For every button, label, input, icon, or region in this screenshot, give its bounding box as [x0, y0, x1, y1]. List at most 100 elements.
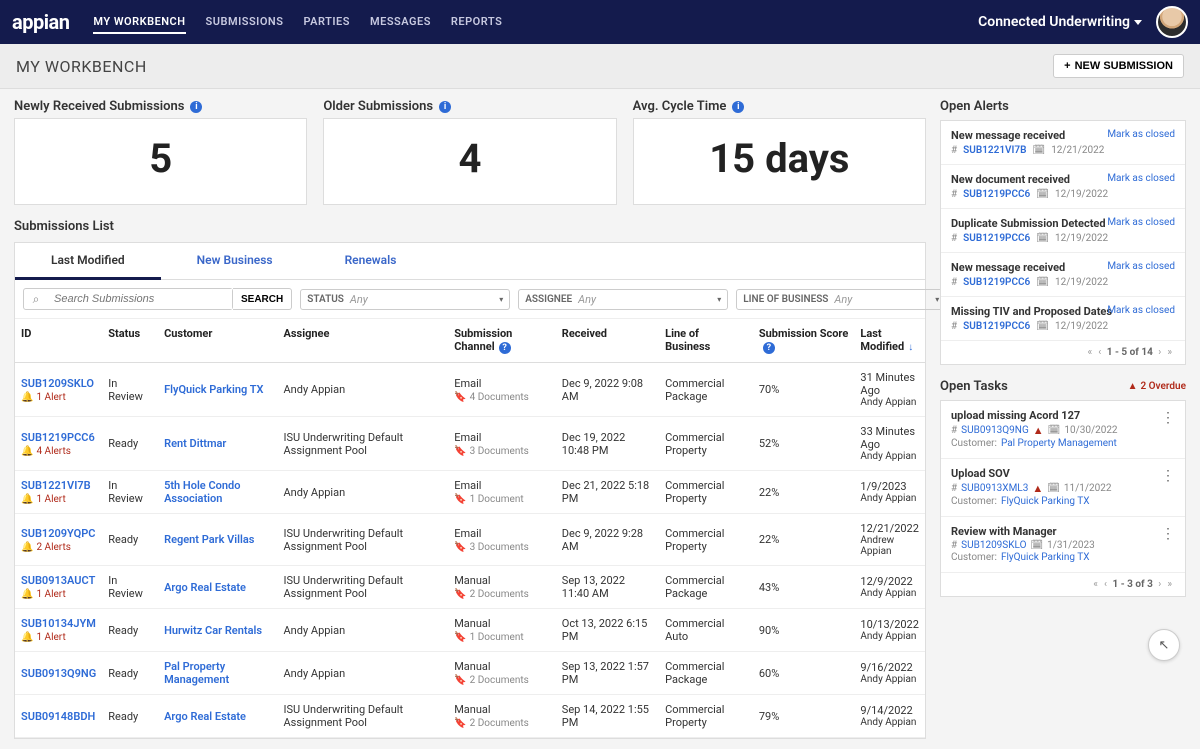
submission-id-link[interactable]: SUB10134JYM	[21, 617, 96, 630]
customer-link[interactable]: Regent Park Villas	[164, 533, 254, 546]
table-row[interactable]: SUB09148BDH Ready Argo Real Estate ISU U…	[15, 695, 925, 738]
mark-closed-link[interactable]: Mark as closed	[1107, 129, 1175, 140]
info-icon[interactable]: ?	[763, 342, 775, 354]
alert-submission-link[interactable]: SUB1219PCC6	[963, 233, 1030, 244]
lob-cell: Commercial Auto	[659, 609, 753, 652]
column-header[interactable]: Submission Channel?	[448, 319, 556, 363]
column-header[interactable]: Received	[556, 319, 659, 363]
search-button[interactable]: SEARCH	[233, 288, 292, 310]
app-name-dropdown[interactable]: Connected Underwriting	[978, 14, 1142, 30]
alert-submission-link[interactable]: SUB1219PCC6	[963, 277, 1030, 288]
calendar-icon: 🗓	[1032, 145, 1045, 156]
assignee-cell: ISU Underwriting Default Assignment Pool	[278, 566, 449, 609]
task-submission-link[interactable]: SUB0913XML3	[961, 483, 1028, 494]
table-row[interactable]: SUB10134JYM🔔1 Alert Ready Hurwitz Car Re…	[15, 609, 925, 652]
mark-closed-link[interactable]: Mark as closed	[1107, 217, 1175, 228]
pager-last-icon[interactable]: »	[1167, 347, 1172, 358]
submission-id-link[interactable]: SUB1209SKLO	[21, 377, 96, 390]
alert-submission-link[interactable]: SUB1219PCC6	[963, 189, 1030, 200]
column-header[interactable]: ID	[15, 319, 102, 363]
kebab-menu-icon[interactable]: ⋮	[1161, 411, 1175, 425]
task-customer-link[interactable]: FlyQuick Parking TX	[1001, 552, 1090, 563]
lob-cell: Commercial Property	[659, 695, 753, 738]
submission-id-link[interactable]: SUB1209YQPC	[21, 527, 96, 540]
info-icon[interactable]: i	[439, 101, 451, 113]
table-row[interactable]: SUB1209YQPC🔔2 Alerts Ready Regent Park V…	[15, 514, 925, 566]
score-cell: 52%	[753, 417, 855, 471]
assignee-filter[interactable]: ASSIGNEEAny▾	[518, 289, 728, 310]
lob-cell: Commercial Package	[659, 566, 753, 609]
pager-prev-icon[interactable]: ‹	[1098, 347, 1101, 358]
pager-first-icon[interactable]: «	[1088, 347, 1093, 358]
table-row[interactable]: SUB1221VI7B🔔1 Alert In Review 5th Hole C…	[15, 471, 925, 514]
customer-link[interactable]: 5th Hole Condo Association	[164, 479, 240, 505]
column-header[interactable]: Status	[102, 319, 158, 363]
hash-icon: #	[951, 189, 957, 200]
pager-last-icon[interactable]: »	[1167, 579, 1172, 590]
modified-cell: 12/9/2022	[860, 575, 919, 588]
column-header[interactable]: Assignee	[278, 319, 449, 363]
kebab-menu-icon[interactable]: ⋮	[1161, 527, 1175, 541]
column-header[interactable]: Customer	[158, 319, 277, 363]
table-row[interactable]: SUB0913AUCT🔔1 Alert In Review Argo Real …	[15, 566, 925, 609]
column-header[interactable]: Submission Score?	[753, 319, 855, 363]
submission-id-link[interactable]: SUB0913Q9NG	[21, 667, 96, 680]
customer-link[interactable]: Argo Real Estate	[164, 581, 246, 594]
alert-submission-link[interactable]: SUB1219PCC6	[963, 321, 1030, 332]
kebab-menu-icon[interactable]: ⋮	[1161, 469, 1175, 483]
customer-link[interactable]: Pal Property Management	[164, 660, 229, 686]
mark-closed-link[interactable]: Mark as closed	[1107, 305, 1175, 316]
alert-submission-link[interactable]: SUB1221VI7B	[963, 145, 1026, 156]
tab[interactable]: New Business	[161, 243, 309, 279]
alert-count: 🔔1 Alert	[21, 494, 96, 505]
status-filter[interactable]: STATUSAny▾	[300, 289, 510, 310]
bell-icon: 🔔	[21, 589, 33, 600]
pager-first-icon[interactable]: «	[1093, 579, 1098, 590]
search-input[interactable]	[48, 289, 232, 309]
bell-icon: 🔔	[21, 494, 33, 505]
nav-item[interactable]: PARTIES	[303, 11, 350, 34]
task-customer-link[interactable]: FlyQuick Parking TX	[1001, 496, 1090, 507]
submission-id-link[interactable]: SUB0913AUCT	[21, 574, 96, 587]
mark-closed-link[interactable]: Mark as closed	[1107, 173, 1175, 184]
alert-item: Mark as closed New document received #SU…	[941, 165, 1185, 209]
table-row[interactable]: SUB1209SKLO🔔1 Alert In Review FlyQuick P…	[15, 363, 925, 417]
tab[interactable]: Renewals	[309, 243, 433, 279]
documents-count: 🔖2 Documents	[454, 718, 550, 729]
column-header[interactable]: Line of Business	[659, 319, 753, 363]
task-submission-link[interactable]: SUB1209SKLO	[961, 540, 1026, 551]
nav-item[interactable]: MESSAGES	[370, 11, 431, 34]
help-fab[interactable]: ↖	[1148, 629, 1180, 661]
nav-item[interactable]: REPORTS	[451, 11, 502, 34]
score-cell: 43%	[753, 566, 855, 609]
info-icon[interactable]: ?	[499, 342, 511, 354]
pager-prev-icon[interactable]: ‹	[1104, 579, 1107, 590]
tab[interactable]: Last Modified	[15, 243, 161, 280]
pager-next-icon[interactable]: ›	[1158, 579, 1161, 590]
mark-closed-link[interactable]: Mark as closed	[1107, 261, 1175, 272]
user-avatar[interactable]	[1156, 6, 1188, 38]
info-icon[interactable]: i	[732, 101, 744, 113]
info-icon[interactable]: i	[190, 101, 202, 113]
received-cell: Dec 21, 2022 5:18 PM	[556, 471, 659, 514]
customer-link[interactable]: FlyQuick Parking TX	[164, 383, 263, 396]
table-row[interactable]: SUB1219PCC6🔔4 Alerts Ready Rent Dittmar …	[15, 417, 925, 471]
table-row[interactable]: SUB0913Q9NG Ready Pal Property Managemen…	[15, 652, 925, 695]
search-wrap: ⌕	[23, 288, 233, 310]
new-submission-button[interactable]: +NEW SUBMISSION	[1053, 54, 1184, 78]
nav-item[interactable]: SUBMISSIONS	[206, 11, 284, 34]
customer-link[interactable]: Hurwitz Car Rentals	[164, 624, 262, 637]
task-customer-link[interactable]: Pal Property Management	[1001, 438, 1117, 449]
task-submission-link[interactable]: SUB0913Q9NG	[961, 425, 1029, 436]
pager-next-icon[interactable]: ›	[1158, 347, 1161, 358]
bell-icon: 🔔	[21, 392, 33, 403]
customer-link[interactable]: Argo Real Estate	[164, 710, 246, 723]
submission-id-link[interactable]: SUB1221VI7B	[21, 479, 96, 492]
column-header[interactable]: Last Modified↓	[854, 319, 925, 363]
nav-item[interactable]: MY WORKBENCH	[93, 11, 185, 34]
customer-link[interactable]: Rent Dittmar	[164, 437, 226, 450]
documents-count: 🔖1 Document	[454, 494, 550, 505]
submission-id-link[interactable]: SUB09148BDH	[21, 710, 96, 723]
submission-id-link[interactable]: SUB1219PCC6	[21, 431, 96, 444]
lob-filter[interactable]: LINE OF BUSINESSAny▾	[736, 289, 946, 310]
